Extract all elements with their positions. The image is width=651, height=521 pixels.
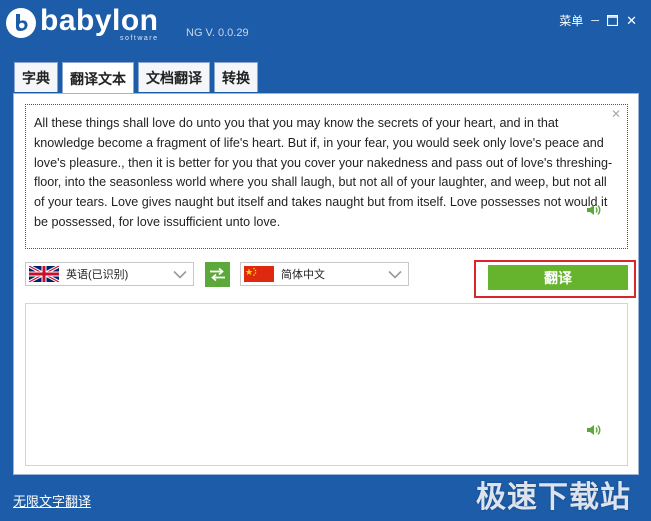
china-flag-icon bbox=[244, 266, 274, 282]
clear-icon[interactable]: ✕ bbox=[611, 107, 621, 121]
source-text-area[interactable]: All these things shall love do unto you … bbox=[25, 104, 628, 249]
translate-panel: All these things shall love do unto you … bbox=[13, 93, 639, 475]
swap-languages-button[interactable] bbox=[205, 262, 230, 287]
speaker-icon[interactable] bbox=[586, 203, 602, 222]
swap-icon bbox=[210, 267, 225, 282]
tab-document-translate[interactable]: 文档翻译 bbox=[138, 62, 210, 92]
speaker-icon[interactable] bbox=[586, 423, 602, 442]
chevron-down-icon bbox=[388, 270, 402, 279]
target-language-select[interactable]: 简体中文 bbox=[240, 262, 409, 286]
tab-dictionary[interactable]: 字典 bbox=[14, 62, 58, 92]
tab-translate-text[interactable]: 翻译文本 bbox=[62, 62, 134, 94]
version-label: NG V. 0.0.29 bbox=[186, 27, 249, 39]
babylon-logo: babylon software bbox=[6, 4, 159, 42]
maximize-icon bbox=[607, 15, 619, 26]
tab-bar: 字典 翻译文本 文档翻译 转换 bbox=[14, 62, 258, 94]
minimize-button[interactable]: ─ bbox=[591, 15, 599, 27]
source-language-label: 英语(已识别) bbox=[66, 269, 129, 281]
tab-convert[interactable]: 转换 bbox=[214, 62, 258, 92]
translate-button[interactable]: 翻译 bbox=[488, 265, 628, 290]
watermark: 极速下载站 bbox=[476, 481, 631, 514]
target-language-label: 简体中文 bbox=[281, 269, 325, 281]
translate-button-highlight: 翻译 bbox=[474, 260, 636, 298]
babylon-logo-icon bbox=[6, 8, 36, 38]
result-text-area[interactable] bbox=[25, 303, 628, 466]
uk-flag-icon bbox=[29, 266, 59, 282]
chevron-down-icon bbox=[173, 270, 187, 279]
unlimited-translate-link[interactable]: 无限文字翻译 bbox=[13, 491, 91, 510]
title-bar: babylon software NG V. 0.0.29 菜单 ─ ✕ bbox=[0, 0, 651, 60]
logo-word: babylon bbox=[40, 4, 159, 37]
close-button[interactable]: ✕ bbox=[626, 13, 637, 29]
maximize-button[interactable] bbox=[607, 15, 619, 26]
source-language-select[interactable]: 英语(已识别) bbox=[25, 262, 194, 286]
menu-button[interactable]: 菜单 bbox=[559, 12, 583, 29]
window-controls: 菜单 ─ ✕ bbox=[559, 12, 637, 29]
source-text: All these things shall love do unto you … bbox=[34, 116, 613, 229]
